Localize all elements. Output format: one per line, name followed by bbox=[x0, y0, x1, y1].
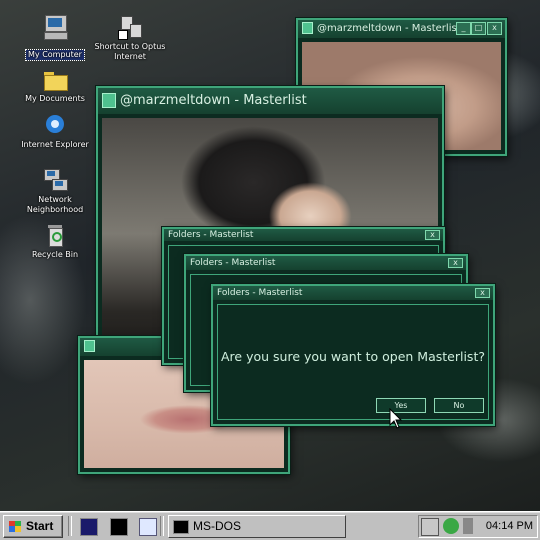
window-title: @marzmeltdown - Masterlist bbox=[317, 23, 461, 34]
quicklaunch-edit-icon[interactable] bbox=[139, 518, 157, 536]
desktop-icon-my-computer[interactable]: My Computer bbox=[18, 14, 92, 61]
desktop-icon-network-neighborhood[interactable]: Network Neighborhood bbox=[18, 167, 92, 215]
window-icon bbox=[302, 22, 313, 34]
dialog-message: Are you sure you want to open Masterlist… bbox=[221, 349, 485, 364]
network-shortcut-icon bbox=[117, 14, 143, 40]
window-title: Folders - Masterlist bbox=[217, 288, 303, 298]
desktop-icon-my-documents[interactable]: My Documents bbox=[18, 66, 92, 104]
taskbar-separator bbox=[68, 516, 72, 536]
quicklaunch-program-icon[interactable] bbox=[80, 518, 98, 536]
maximize-button[interactable]: □ bbox=[471, 22, 486, 35]
minimize-button[interactable]: _ bbox=[456, 22, 471, 35]
desktop-icon-label: Recycle Bin bbox=[31, 250, 79, 259]
quicklaunch-msdos-icon[interactable] bbox=[110, 518, 128, 536]
taskbar-msdos-button[interactable]: MS-DOS bbox=[168, 515, 346, 538]
desktop-icon-label: My Documents bbox=[25, 94, 85, 103]
speaker-tray-icon[interactable] bbox=[463, 518, 473, 534]
confirm-dialog[interactable]: Folders - Masterlist x Are you sure you … bbox=[211, 284, 495, 426]
desktop-icon-internet-explorer[interactable]: Internet Explorer bbox=[18, 112, 92, 150]
desktop-icon-label: Internet Explorer bbox=[21, 140, 89, 149]
taskbar: Start MS-DOS 04:14 PM bbox=[0, 511, 540, 540]
gear-tray-icon[interactable] bbox=[443, 518, 459, 534]
taskbar-separator bbox=[160, 516, 164, 536]
system-tray: 04:14 PM bbox=[418, 515, 538, 538]
msdos-icon bbox=[173, 520, 189, 534]
start-button[interactable]: Start bbox=[3, 515, 63, 538]
desktop-icon-label: My Computer bbox=[25, 49, 85, 61]
windows-logo-icon bbox=[9, 521, 21, 532]
mouse-cursor bbox=[389, 408, 403, 429]
close-button[interactable]: x bbox=[425, 230, 440, 240]
no-button[interactable]: No bbox=[434, 398, 484, 413]
network-icon bbox=[42, 167, 68, 193]
title-bar[interactable]: Folders - Masterlist x bbox=[186, 256, 466, 270]
desktop-icon-optus-internet[interactable]: Shortcut to Optus Internet bbox=[93, 14, 167, 62]
close-button[interactable]: x bbox=[487, 22, 502, 35]
window-icon bbox=[84, 340, 95, 352]
clock[interactable]: 04:14 PM bbox=[486, 516, 533, 537]
recycle-bin-icon bbox=[42, 222, 68, 248]
close-button[interactable]: x bbox=[475, 288, 490, 298]
title-bar[interactable]: Folders - Masterlist x bbox=[213, 286, 493, 300]
desktop-icon-label: Network Neighborhood bbox=[26, 195, 84, 214]
desktop-icon-recycle-bin[interactable]: Recycle Bin bbox=[18, 222, 92, 260]
task-label: MS-DOS bbox=[193, 519, 241, 533]
window-title: Folders - Masterlist bbox=[190, 258, 276, 268]
window-title: @marzmeltdown - Masterlist bbox=[120, 93, 307, 108]
folder-icon bbox=[42, 66, 68, 92]
close-button[interactable]: x bbox=[448, 258, 463, 268]
computer-icon bbox=[42, 14, 68, 40]
dialog-body: Are you sure you want to open Masterlist… bbox=[217, 304, 489, 420]
title-bar[interactable]: @marzmeltdown - Masterlist bbox=[98, 88, 442, 114]
start-label: Start bbox=[26, 519, 54, 533]
desktop-icon-label: Shortcut to Optus Internet bbox=[94, 42, 166, 61]
window-title: Folders - Masterlist bbox=[168, 230, 254, 240]
network-tray-icon[interactable] bbox=[421, 518, 439, 536]
title-bar[interactable]: Folders - Masterlist x bbox=[164, 229, 443, 241]
title-bar[interactable]: @marzmeltdown - Masterlist _ □ x bbox=[298, 20, 505, 38]
window-icon bbox=[102, 93, 116, 108]
ie-icon bbox=[42, 112, 68, 138]
